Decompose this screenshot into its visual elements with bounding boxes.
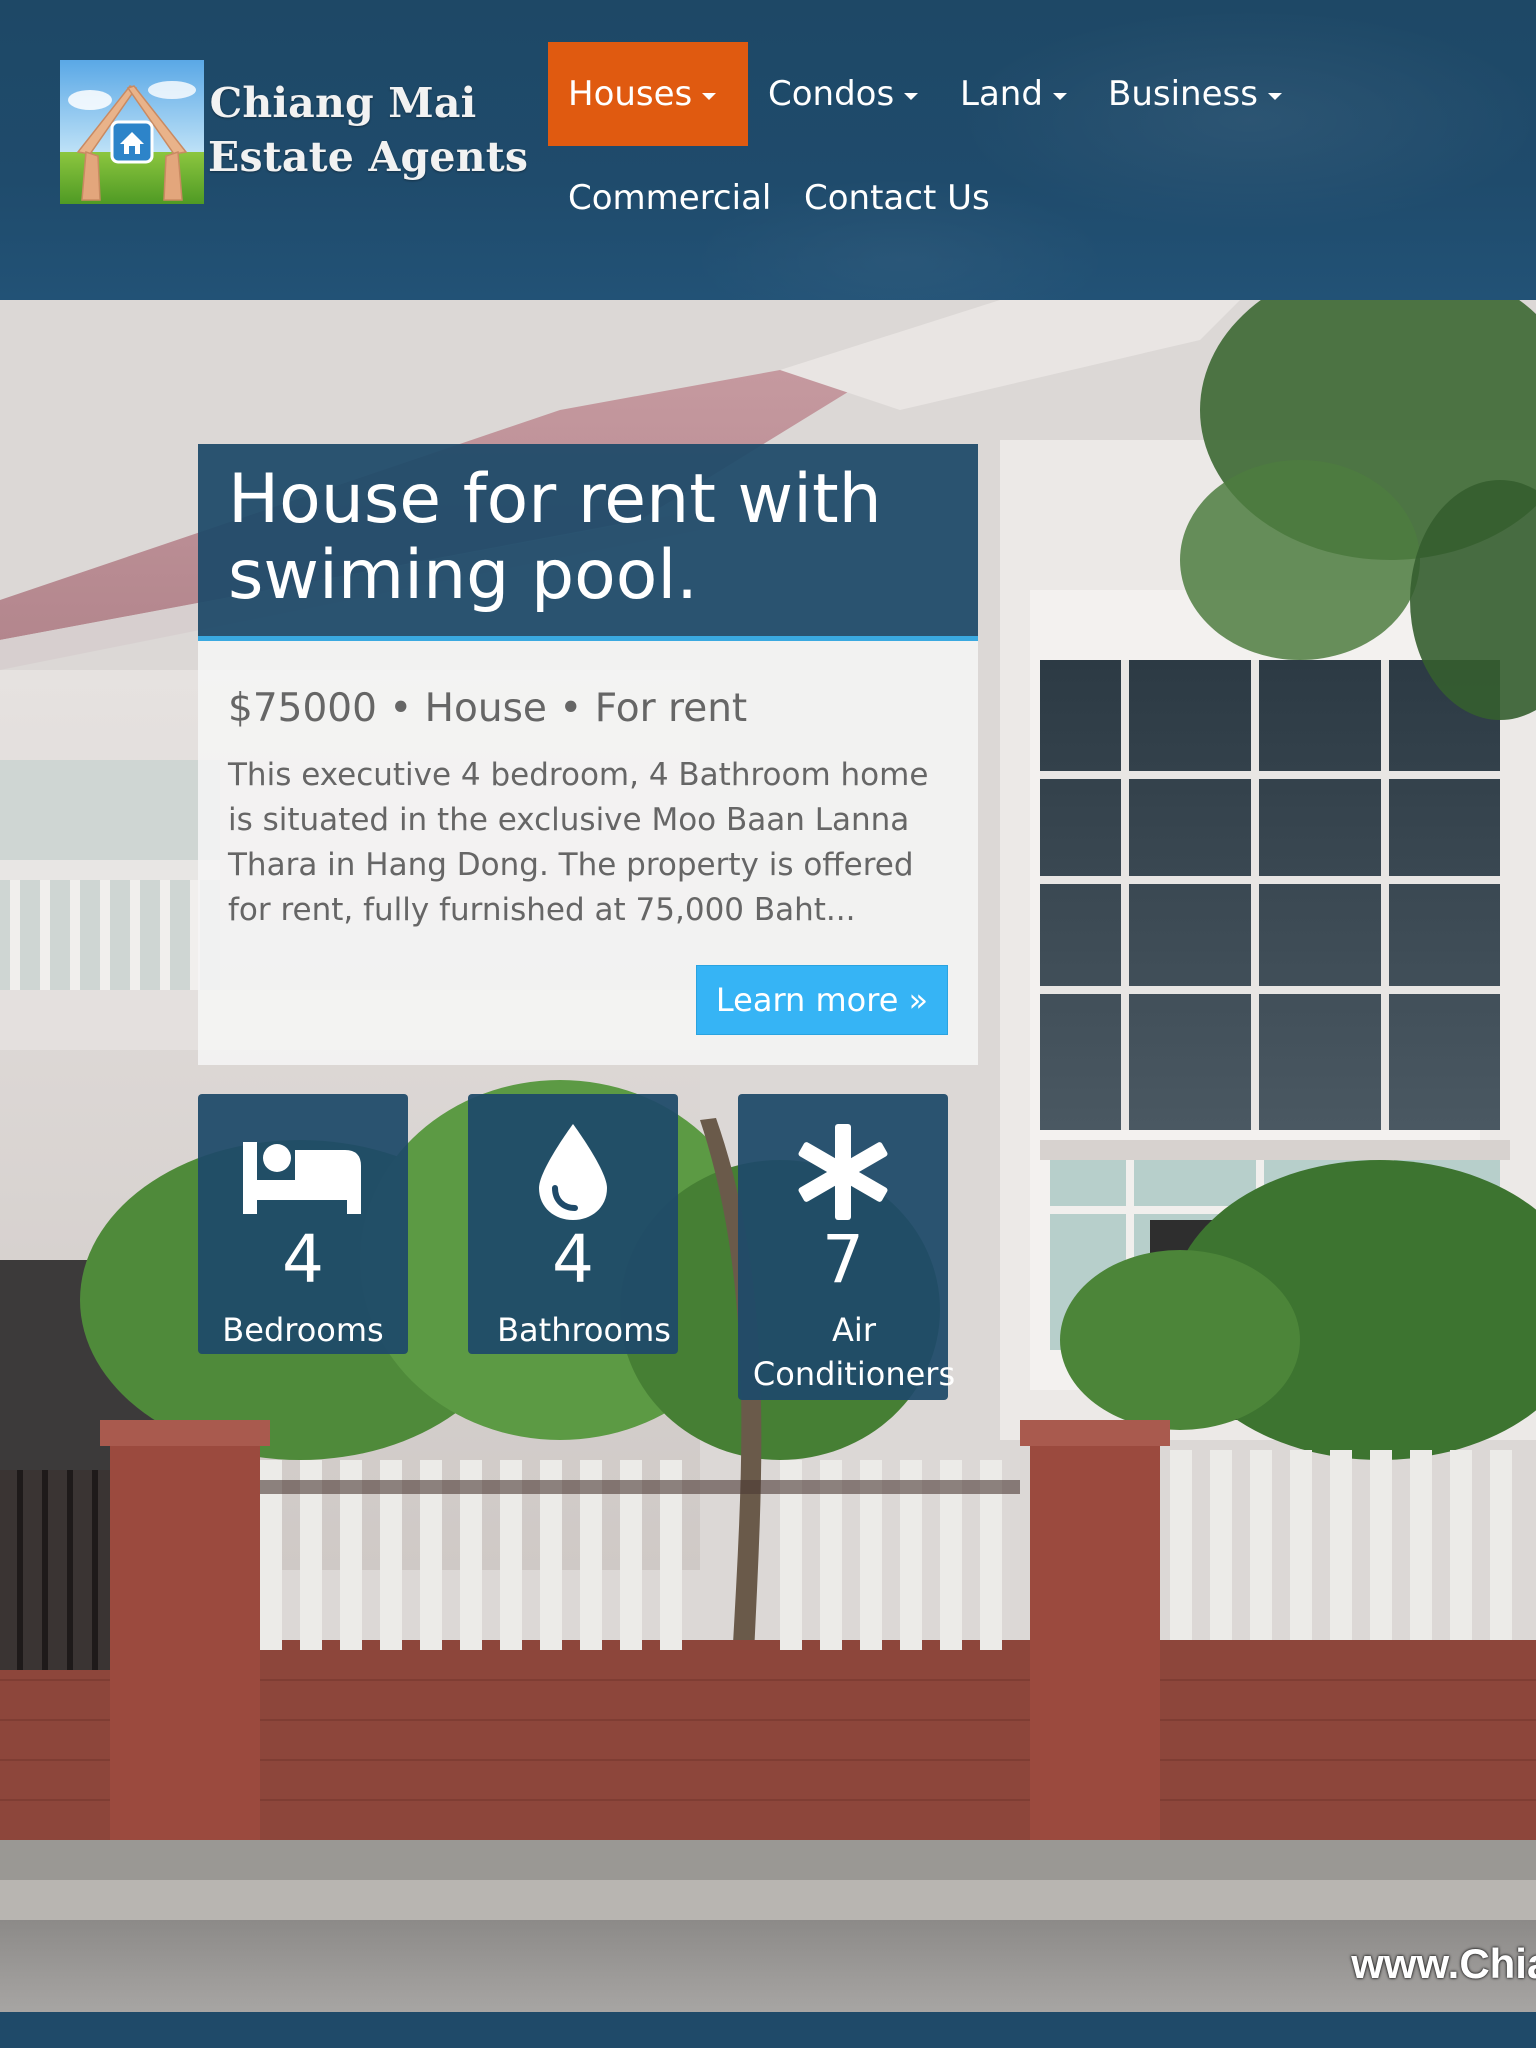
nav-label-commercial: Commercial — [568, 178, 772, 218]
site-logo[interactable]: Chiang Mai Estate Agents — [60, 60, 529, 204]
site-header: Chiang Mai Estate Agents Houses Condos L… — [0, 0, 1536, 300]
listing-title: House for rent with swiming pool. — [198, 444, 978, 641]
listing-body: $75000 • House • For rent This executive… — [198, 641, 978, 1065]
learn-more-button[interactable]: Learn more » — [696, 965, 948, 1035]
listing-description: This executive 4 bedroom, 4 Bathroom hom… — [228, 757, 929, 928]
nav-label-business: Business — [1108, 74, 1258, 114]
bathrooms-label: Bathrooms — [497, 1311, 671, 1349]
nav-label-condos: Condos — [768, 74, 895, 114]
logo-line-2: Estate Agents — [208, 133, 529, 181]
nav-label-houses: Houses — [568, 74, 693, 114]
water-drop-icon — [539, 1124, 607, 1220]
house-hands-icon — [60, 60, 204, 204]
logo-line-1: Chiang Mai — [209, 79, 477, 127]
nav-label-land: Land — [960, 74, 1043, 114]
nav-item-land[interactable]: Land — [940, 42, 1087, 146]
chevron-down-icon — [1052, 92, 1067, 100]
footer-strip — [0, 2012, 1536, 2048]
nav-item-commercial[interactable]: Commercial — [548, 146, 791, 250]
feature-air-conditioners: 7 Air Conditioners — [738, 1094, 955, 1400]
nav-label-contact-us: Contact Us — [804, 178, 990, 218]
chevron-down-icon — [904, 92, 919, 100]
listing-card: House for rent with swiming pool. $75000… — [198, 444, 978, 1065]
chevron-down-icon — [1267, 92, 1282, 100]
nav-item-houses[interactable]: Houses — [548, 42, 748, 146]
photo-watermark: www.Chian — [1351, 1940, 1536, 1987]
air-conditioners-count: 7 — [822, 1221, 864, 1298]
nav-item-contact-us[interactable]: Contact Us — [784, 146, 1010, 250]
bed-icon — [243, 1142, 361, 1214]
nav-item-business[interactable]: Business — [1088, 42, 1302, 146]
nav-item-condos[interactable]: Condos — [748, 42, 938, 146]
logo-wordmark: Chiang Mai Estate Agents — [208, 76, 529, 184]
chevron-down-icon — [702, 92, 717, 100]
air-conditioners-label: Air Conditioners — [752, 1311, 956, 1393]
snowflake-asterisk-icon — [798, 1124, 888, 1220]
feature-bedrooms: 4 Bedrooms — [198, 1094, 408, 1354]
hero-banner: House for rent with swiming pool. $75000… — [0, 300, 1536, 2012]
listing-meta: $75000 • House • For rent — [228, 686, 748, 731]
bedrooms-count: 4 — [282, 1221, 324, 1298]
bathrooms-count: 4 — [552, 1221, 594, 1298]
feature-bathrooms: 4 Bathrooms — [468, 1094, 678, 1354]
bedrooms-label: Bedrooms — [222, 1311, 384, 1349]
